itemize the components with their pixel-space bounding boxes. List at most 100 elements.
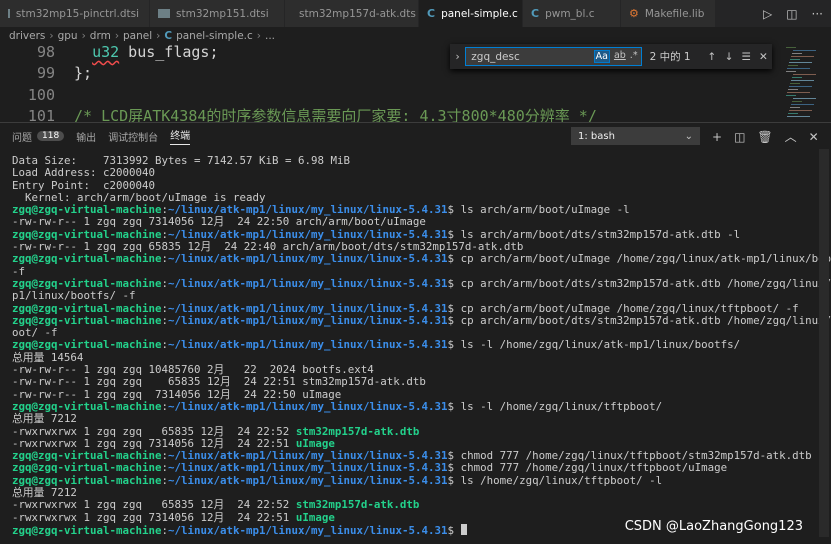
trash-icon[interactable]: 🗑 [757,130,772,144]
prompt-symbol: $ [447,473,461,487]
split-terminal-icon[interactable]: ◫ [734,130,745,144]
toggle-replace-icon[interactable]: › [450,51,465,63]
command-text: ls -l /home/zgq/linux/tftpboot/ [460,399,663,413]
output-text: -rw-rw-r-- 1 zgq zgq 7314056 12月 24 22:5… [12,387,342,401]
tab-file[interactable]: stm32mp151.dtsi [150,0,285,27]
tab-file[interactable]: stm32mp15-pinctrl.dtsi [0,0,150,27]
command-text: cp arch/arm/boot/dts/stm32mp157d-atk.dtb… [460,276,831,290]
watermark: CSDN @LaoZhangGong123 [624,519,803,534]
prompt-user: zgq@zgq-virtual-machine [12,473,162,487]
tab-debug-console[interactable]: 调试控制台 [108,129,158,144]
next-match-icon[interactable]: ↓ [720,51,737,63]
prompt-user: zgq@zgq-virtual-machine [12,399,162,413]
breadcrumb-item[interactable]: gpu [58,30,78,42]
breadcrumb-item[interactable]: ... [265,30,275,42]
prompt-path: ~/linux/atk-mp1/linux/my_linux/linux-5.4… [168,399,448,413]
chevron-up-icon[interactable]: ︿ [785,128,797,145]
line-number: 100 [27,86,55,104]
prompt-user: zgq@zgq-virtual-machine [12,313,162,327]
match-count: 2 中的 1 [649,51,691,63]
tab-output[interactable]: 输出 [76,129,96,144]
output-text: -rw-rw-r-- 1 zgq zgq 7314056 12月 24 22:5… [12,215,426,229]
editor-tab-bar: stm32mp15-pinctrl.dtsi stm32mp151.dtsi stm… [0,0,831,27]
breadcrumb-item[interactable]: drivers [9,30,45,42]
tab-file[interactable]: stm32mp157d-atk.dts [285,0,419,27]
minimap-line [786,95,796,96]
file-icon [158,9,170,18]
line-number: 98 [36,43,55,61]
tab-label: pwm_bl.c [545,7,595,20]
prompt-symbol: $ [447,203,461,217]
file-listing: -rwxrwxrwx 1 zgq zgq 65835 12月 24 22:52 [12,424,296,438]
file-name: stm32mp157d-atk.dtb [295,498,420,512]
code-line: }; [74,64,93,82]
output-text: -f [12,264,26,278]
previous-match-icon[interactable]: ↑ [703,51,720,63]
tab-terminal[interactable]: 终端 [170,127,191,145]
new-terminal-icon[interactable]: + [712,130,722,144]
match-case-button[interactable]: Aa [593,50,610,63]
problems-count-badge: 118 [37,131,65,141]
breadcrumb-item[interactable]: drm [90,30,111,42]
terminal-scrollbar[interactable] [819,149,829,537]
chevron-right-icon: › [49,29,54,42]
tab-file[interactable]: ⚙ Makefile.lib [621,0,716,27]
minimap[interactable] [786,44,831,122]
prompt-path: ~/linux/atk-mp1/linux/my_linux/linux-5.4… [168,301,448,315]
file-name: uImage [295,436,335,450]
prompt-user: zgq@zgq-virtual-machine [12,338,162,352]
tab-file[interactable]: Cpwm_bl.c [523,0,621,27]
minimap-line [787,92,810,93]
breadcrumb-item[interactable]: panel-simple.c [176,30,253,42]
command-text: cp arch/arm/boot/dts/stm32mp157d-atk.dtb… [460,313,831,327]
command-text: chmod 777 /home/zgq/linux/tftpboot/stm32… [460,449,812,463]
terminal-line: zgq@zgq-virtual-machine:~/linux/atk-mp1/… [12,399,817,413]
c-file-icon: C [531,7,540,20]
file-name: uImage [295,510,335,524]
find-widget: › zgq_desc Aa ab .* 2 中的 1 ↑ ↓ ☰ ✕ [450,44,772,69]
prompt-user: zgq@zgq-virtual-machine [12,276,162,290]
find-in-selection-icon[interactable]: ☰ [738,51,755,63]
prompt-user: zgq@zgq-virtual-machine [12,227,162,241]
find-input[interactable]: zgq_desc Aa ab .* [465,47,642,66]
minimap-line [789,86,812,87]
output-text: -rw-rw-r-- 1 zgq zgq 65835 12月 24 22:51 … [12,375,426,389]
prompt-user: zgq@zgq-virtual-machine [12,252,162,266]
output-text: -rw-rw-r-- 1 zgq zgq 65835 12月 24 22:40 … [12,240,524,254]
chevron-down-icon: ⌄ [684,130,693,142]
close-panel-icon[interactable]: ✕ [809,130,819,144]
prompt-user: zgq@zgq-virtual-machine [12,461,162,475]
close-icon[interactable]: ✕ [755,51,772,63]
output-text: -rw-rw-r-- 1 zgq zgq 10485760 2月 22 2024… [12,363,374,377]
line-number: 99 [36,64,55,82]
split-editor-icon[interactable]: ◫ [786,7,797,21]
prompt-user: zgq@zgq-virtual-machine [12,523,162,537]
regex-button[interactable]: .* [630,50,638,63]
tab-file[interactable]: Cpanel-simple.c✕ [419,0,535,27]
prompt-user: zgq@zgq-virtual-machine [12,449,162,463]
tab-problems[interactable]: 问题 118 [12,129,65,144]
output-text: Load Address: c2000040 [12,166,156,180]
prompt-path: ~/linux/atk-mp1/linux/my_linux/linux-5.4… [168,461,448,475]
prompt-user: zgq@zgq-virtual-machine [12,203,162,217]
breadcrumb-item[interactable]: panel [123,30,152,42]
terminal-output[interactable]: Data Size: 7313992 Bytes = 7142.57 KiB =… [12,154,831,537]
minimap-line [786,71,796,72]
prompt-symbol: $ [447,523,461,537]
match-word-button[interactable]: ab [614,50,626,63]
file-listing: -rwxrwxrwx 1 zgq zgq 7314056 12月 24 22:5… [12,510,296,524]
prompt-path: ~/linux/atk-mp1/linux/my_linux/linux-5.4… [168,449,448,463]
chevron-right-icon: › [256,29,261,42]
more-actions-icon[interactable]: ··· [812,7,823,21]
prompt-user: zgq@zgq-virtual-machine [12,301,162,315]
c-file-icon: C [164,29,173,42]
panel-header: 问题 118 输出 调试控制台 终端 1: bash ⌄ + ◫ 🗑 ︿ ✕ [0,122,831,149]
command-text: ls /home/zgq/linux/tftpboot/ -l [460,473,663,487]
makefile-icon: ⚙ [629,7,639,20]
file-listing: -rwxrwxrwx 1 zgq zgq 65835 12月 24 22:52 [12,498,296,512]
prompt-symbol: $ [447,252,461,266]
minimap-line [787,116,810,117]
run-icon[interactable]: ▷ [763,7,772,21]
terminal-select[interactable]: 1: bash ⌄ [571,127,700,145]
terminal-line: zgq@zgq-virtual-machine:~/linux/atk-mp1/… [12,473,817,487]
